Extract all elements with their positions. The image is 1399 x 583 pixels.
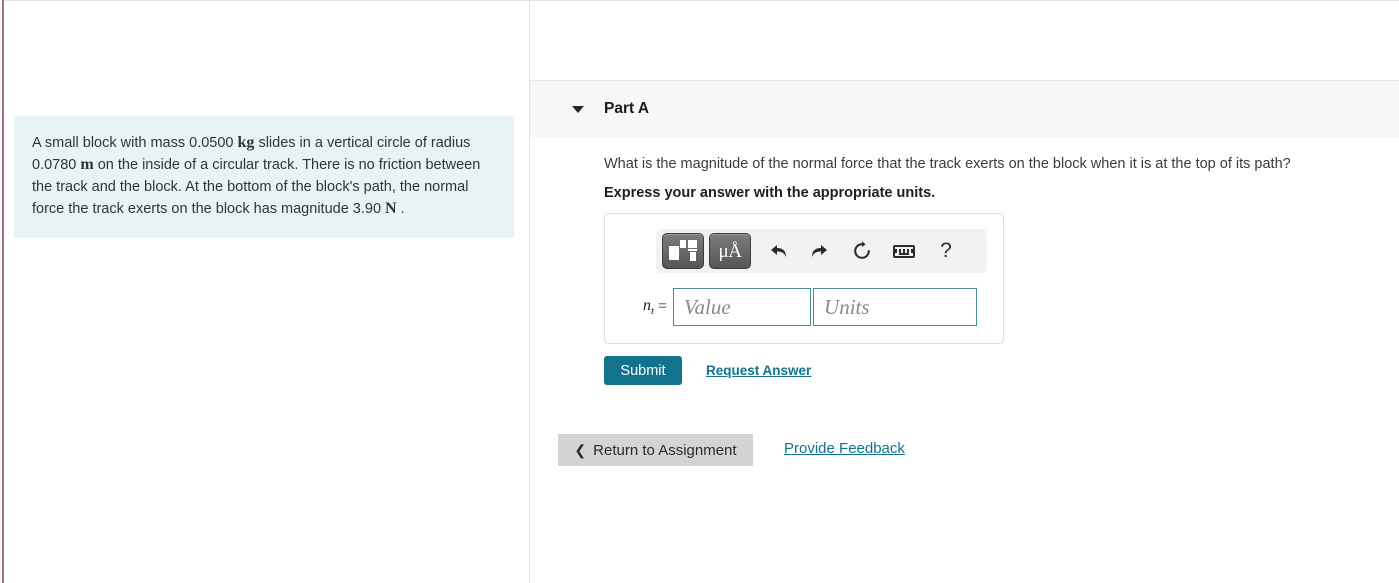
answer-entry-box: μÅ ? nt = Value Units (604, 213, 1004, 344)
redo-arrow-icon (812, 245, 827, 257)
answer-variable-label: nt (642, 296, 654, 318)
answer-units-input[interactable] (813, 288, 978, 326)
provide-feedback-link[interactable]: Provide Feedback (784, 440, 905, 457)
help-button[interactable]: ? (925, 233, 967, 269)
submit-button[interactable]: Submit (604, 356, 682, 385)
triangle-down-icon[interactable] (572, 105, 584, 113)
problem-text-4: . (396, 201, 405, 217)
request-answer-link[interactable]: Request Answer (706, 363, 811, 378)
micro-angstrom-icon: μÅ (718, 240, 742, 262)
math-template-icon (669, 239, 697, 263)
unit-newton: N (385, 200, 397, 217)
problem-statement: A small block with mass 0.0500 kg slides… (14, 116, 514, 238)
answer-input-row: nt = (616, 288, 978, 326)
refresh-circle-icon (854, 241, 870, 259)
problem-panel: A small block with mass 0.0500 kg slides… (14, 116, 514, 238)
units-button[interactable]: μÅ (709, 233, 751, 269)
reset-button[interactable] (841, 233, 883, 269)
chevron-left-icon: ❮ (574, 442, 587, 458)
keyboard-icon (893, 244, 915, 258)
left-accent-bar (2, 0, 4, 583)
question-text: What is the magnitude of the normal forc… (604, 156, 1291, 172)
undo-button[interactable] (757, 233, 799, 269)
part-a-header[interactable]: Part A (530, 80, 1399, 137)
redo-button[interactable] (799, 233, 841, 269)
undo-arrow-icon (771, 245, 786, 257)
answer-value-input[interactable] (673, 288, 812, 326)
unit-meter: m (80, 156, 94, 173)
keyboard-button[interactable] (883, 233, 925, 269)
math-toolbar: μÅ ? (656, 229, 987, 273)
part-a-title: Part A (604, 100, 650, 117)
answer-equals-sign: = (658, 298, 668, 315)
return-to-assignment-button[interactable]: ❮ Return to Assignment (558, 434, 753, 466)
question-mark-icon: ? (940, 239, 952, 262)
problem-text-1: A small block with mass 0.0500 (32, 135, 238, 151)
answer-instruction: Express your answer with the appropriate… (604, 185, 936, 201)
unit-kilogram: kg (237, 134, 255, 151)
problem-text-3: on the inside of a circular track. There… (32, 157, 481, 217)
math-template-button[interactable] (662, 233, 704, 269)
right-panel: Part A What is the magnitude of the norm… (530, 0, 1399, 583)
return-to-assignment-label: Return to Assignment (593, 441, 737, 459)
